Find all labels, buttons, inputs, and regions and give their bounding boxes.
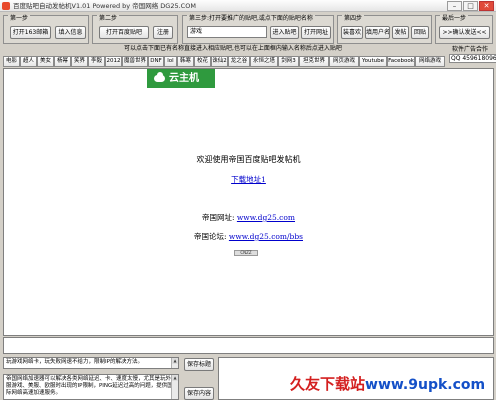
title-bar: 百度贴吧自动发帖机V1.01 Powered by 帝国网络 DG25.COM … bbox=[0, 0, 496, 12]
site-label: 帝国网址: bbox=[201, 213, 235, 222]
tab-5[interactable]: 李毅 bbox=[88, 56, 105, 67]
confirm-send-button[interactable]: >>确认发送<< bbox=[439, 26, 490, 39]
fav-button[interactable]: 装喜欢 bbox=[341, 26, 363, 39]
tab-12[interactable]: 诛仙2 bbox=[211, 56, 228, 67]
step4-label: 第四步 bbox=[342, 15, 365, 22]
fill-username-button[interactable]: 填用户名 bbox=[365, 26, 390, 39]
bar-name-input[interactable]: 游戏 bbox=[187, 26, 267, 38]
download-site-watermark: 久友下载站www.9upk.com bbox=[290, 375, 485, 394]
final-step-group: 最后一步 >>确认发送<< bbox=[435, 15, 493, 44]
site-line: 帝国网址: www.dg25.com bbox=[4, 213, 493, 223]
scroll-up-icon[interactable]: ▲ bbox=[172, 375, 178, 381]
title-scrollbar[interactable]: ▲ bbox=[171, 358, 178, 368]
step1-group: 第一步 打开163邮箱 填入信息 bbox=[3, 15, 89, 44]
tab-15[interactable]: 剑网3 bbox=[278, 56, 299, 67]
watermark-name: 久友下载站 bbox=[290, 375, 366, 393]
reply-button[interactable]: 回贴 bbox=[411, 26, 429, 39]
tab-14[interactable]: 永恒之塔 bbox=[250, 56, 278, 67]
tab-17[interactable]: 网页游戏 bbox=[329, 56, 359, 67]
browser-pane[interactable]: 云主机 欢迎使用帝国百度贴吧发帖机 下载地址1 帝国网址: www.dg25.c… bbox=[3, 68, 494, 336]
forum-link[interactable]: www.dg25.com/bbs bbox=[229, 232, 303, 241]
tab-1[interactable]: 超人 bbox=[20, 56, 37, 67]
tab-20[interactable]: 网络游戏 bbox=[415, 56, 445, 67]
tab-18[interactable]: Youtube bbox=[359, 56, 387, 67]
tab-6[interactable]: 2012 bbox=[105, 56, 122, 67]
tab-9[interactable]: lol bbox=[164, 56, 177, 67]
close-button[interactable]: ✕ bbox=[479, 1, 494, 11]
save-title-button[interactable]: 保存标题 bbox=[184, 358, 214, 371]
cloud-icon bbox=[154, 72, 165, 82]
content-scrollbar[interactable]: ▲ bbox=[171, 375, 178, 399]
post-button[interactable]: 发帖 bbox=[392, 26, 409, 39]
stats-badge[interactable]: CNZZ bbox=[234, 250, 258, 256]
open-baidu-tieba-button[interactable]: 打开百度贴吧 bbox=[99, 26, 149, 39]
tab-19[interactable]: Facebook bbox=[387, 56, 415, 67]
step3-group: 第三步:打开要推广的贴吧,或点下面的贴吧名称 游戏 进入贴吧 打开网址 bbox=[182, 15, 334, 44]
tab-13[interactable]: 龙之谷 bbox=[228, 56, 250, 67]
fill-info-button[interactable]: 填入信息 bbox=[55, 26, 86, 39]
post-content-field[interactable]: 帝国网络加速器可以解决各类网络延迟、卡、速度太慢，尤其是玩外服游戏、美服、欧服时… bbox=[3, 374, 179, 400]
step3-label: 第三步:打开要推广的贴吧,或点下面的贴吧名称 bbox=[187, 15, 315, 22]
step1-label: 第一步 bbox=[8, 15, 31, 22]
status-strip bbox=[3, 337, 494, 354]
ad-qq: QQ 459618096 bbox=[449, 54, 496, 63]
step4-group: 第四步 装喜欢 填用户名 发帖 回贴 bbox=[337, 15, 432, 44]
register-button[interactable]: 注册 bbox=[153, 26, 173, 39]
welcome-text: 欢迎使用帝国百度贴吧发帖机 bbox=[196, 155, 301, 164]
tab-7[interactable]: 魔兽世界 bbox=[122, 56, 148, 67]
scroll-up-icon[interactable]: ▲ bbox=[172, 358, 178, 364]
post-content-text: 帝国网络加速器可以解决各类网络延迟、卡、速度太慢，尤其是玩外服游戏、美服、欧服时… bbox=[6, 376, 173, 396]
ad-title: 软件广告合作 bbox=[452, 46, 489, 53]
forum-label: 帝国论坛: bbox=[193, 232, 227, 241]
step2-group: 第二步 打开百度贴吧 注册 bbox=[92, 15, 178, 44]
window-title: 百度贴吧自动发帖机V1.01 Powered by 帝国网络 DG25.COM bbox=[13, 2, 196, 10]
tab-3[interactable]: 杨幂 bbox=[54, 56, 71, 67]
tab-11[interactable]: 校花 bbox=[194, 56, 211, 67]
step2-label: 第二步 bbox=[97, 15, 120, 22]
watermark-url: www.9upk.com bbox=[365, 377, 486, 393]
enter-bar-button[interactable]: 进入贴吧 bbox=[270, 26, 299, 39]
save-content-button[interactable]: 保存内容 bbox=[184, 387, 214, 400]
final-step-label: 最后一步 bbox=[440, 15, 469, 22]
app-icon bbox=[2, 2, 10, 10]
post-title-field[interactable]: 玩游戏网络卡，玩失败网速不给力，限制IP的解决方法。 ▲ bbox=[3, 357, 179, 369]
tab-2[interactable]: 美女 bbox=[37, 56, 54, 67]
open-163-mail-button[interactable]: 打开163邮箱 bbox=[10, 26, 51, 39]
forum-line: 帝国论坛: www.dg25.com/bbs bbox=[4, 232, 493, 242]
hint-text: 可以点击下面已有名称直接进入相应贴吧,也可以在上面框内输入名称后点进入贴吧 bbox=[124, 45, 342, 52]
tab-8[interactable]: DNF bbox=[148, 56, 164, 67]
minimize-button[interactable]: – bbox=[447, 1, 462, 11]
open-url-button[interactable]: 打开网址 bbox=[301, 26, 331, 39]
tab-0[interactable]: 电影 bbox=[3, 56, 20, 67]
tab-16[interactable]: 坦克世界 bbox=[299, 56, 329, 67]
site-link[interactable]: www.dg25.com bbox=[237, 213, 295, 222]
post-title-text: 玩游戏网络卡，玩失败网速不给力，限制IP的解决方法。 bbox=[6, 359, 143, 365]
cloud-host-banner[interactable]: 云主机 bbox=[147, 69, 215, 88]
tab-4[interactable]: 笑界 bbox=[71, 56, 88, 67]
download-link[interactable]: 下载地址1 bbox=[4, 175, 493, 185]
maximize-button[interactable]: □ bbox=[463, 1, 478, 11]
tab-10[interactable]: 韩寒 bbox=[177, 56, 194, 67]
banner-text: 云主机 bbox=[169, 73, 199, 84]
